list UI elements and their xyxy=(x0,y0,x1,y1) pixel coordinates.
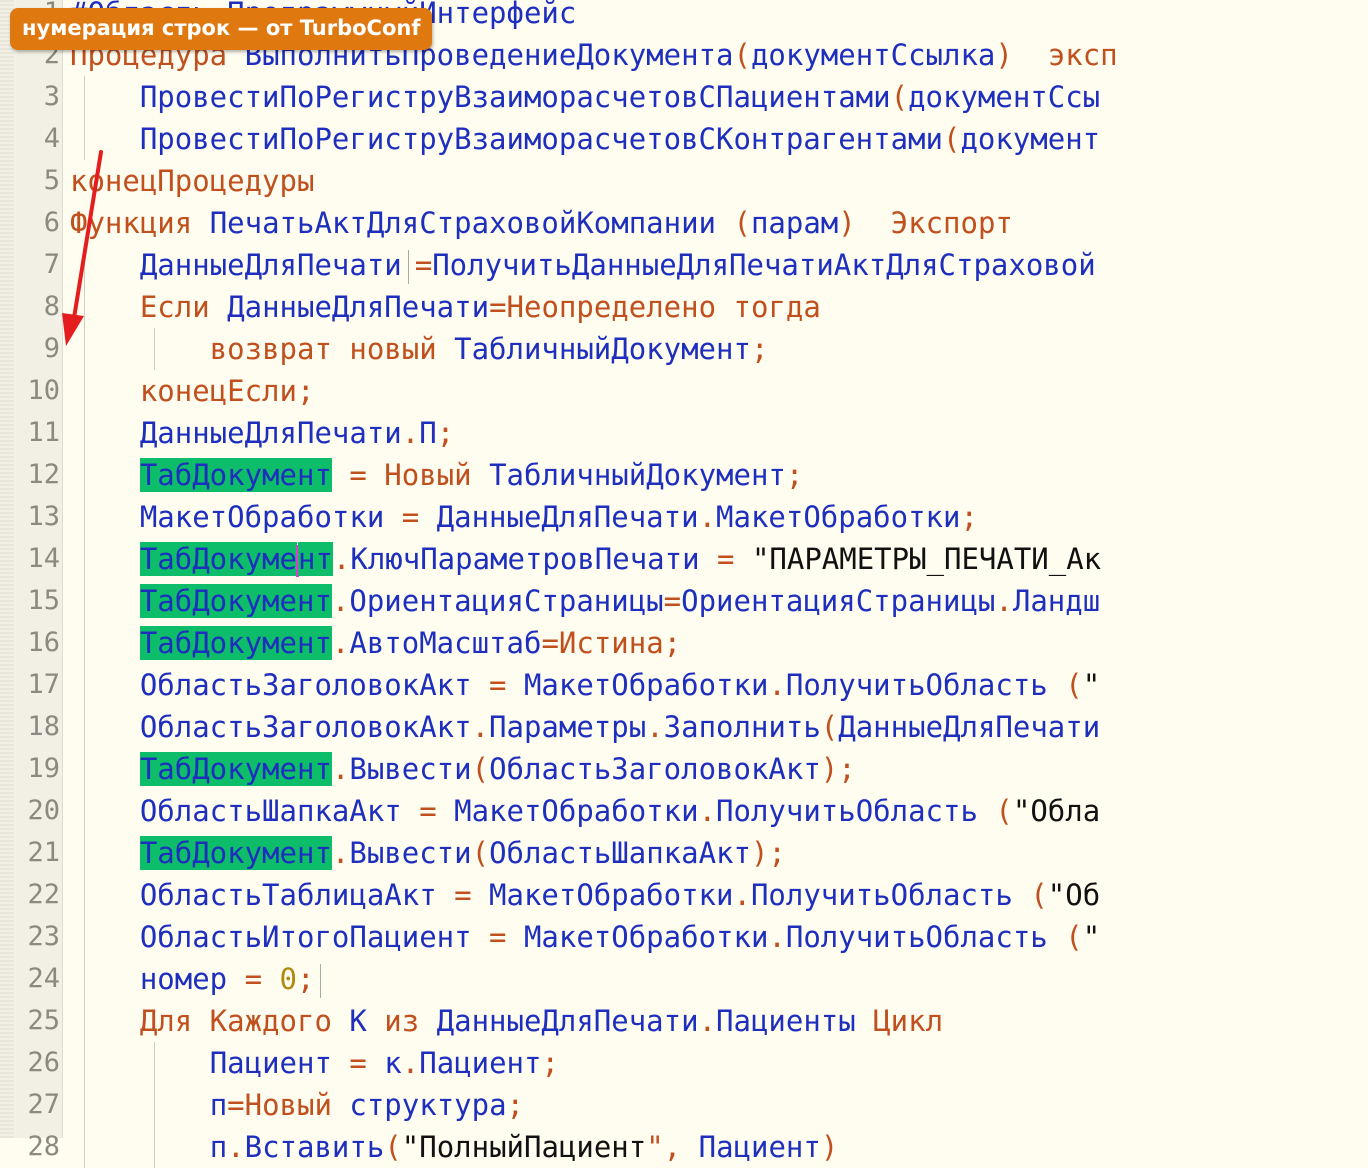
red-arrow-icon xyxy=(62,150,103,346)
